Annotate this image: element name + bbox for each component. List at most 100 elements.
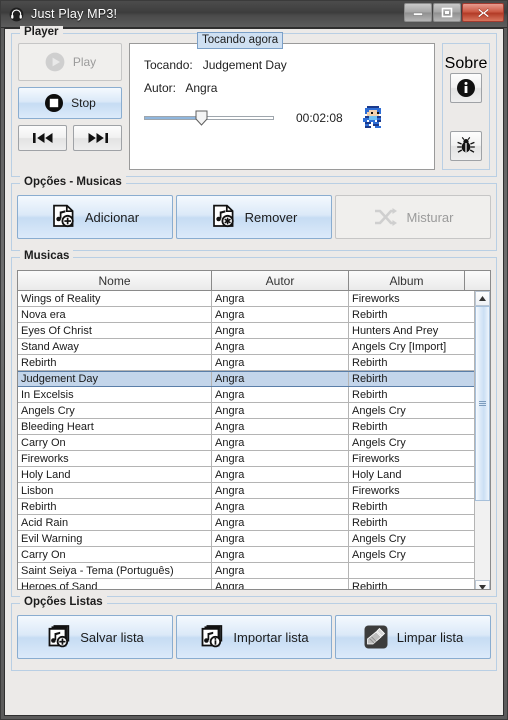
clear-list-icon — [363, 624, 389, 650]
table-row[interactable]: Nova era Angra Rebirth — [18, 307, 474, 323]
table-row[interactable]: Evil Warning Angra Angels Cry — [18, 531, 474, 547]
cell-nome: Acid Rain — [18, 515, 212, 530]
cell-nome: Heroes of Sand — [18, 579, 212, 589]
cell-nome: Carry On — [18, 547, 212, 562]
play-button[interactable]: Play — [18, 43, 122, 81]
musicas-legend: Musicas — [20, 250, 74, 262]
table-row[interactable]: In Excelsis Angra Rebirth — [18, 387, 474, 403]
bug-button[interactable] — [450, 131, 482, 161]
cell-album: Rebirth — [352, 388, 388, 401]
save-list-label: Salvar lista — [80, 629, 144, 645]
next-button[interactable] — [73, 125, 122, 151]
column-header-album[interactable]: Album — [349, 271, 465, 290]
previous-track-icon — [30, 131, 56, 145]
table-row[interactable]: Carry On Angra Angels Cry — [18, 435, 474, 451]
shuffle-icon — [373, 206, 399, 228]
scrollbar-track[interactable] — [475, 306, 490, 580]
progress-thumb[interactable] — [194, 110, 209, 126]
column-header-nome[interactable]: Nome — [18, 271, 212, 290]
minimize-button[interactable] — [404, 3, 432, 22]
cell-autor: Angra — [212, 419, 349, 434]
cell-nome: Lisbon — [18, 483, 212, 498]
table-row[interactable]: Lisbon Angra Fireworks — [18, 483, 474, 499]
info-button[interactable] — [450, 73, 482, 103]
sobre-group: Sobre — [442, 43, 490, 170]
cell-album — [349, 563, 465, 578]
shuffle-button[interactable]: Misturar — [335, 195, 491, 239]
remove-song-button[interactable]: Remover — [176, 195, 332, 239]
table-row[interactable]: Acid Rain Angra Rebirth — [18, 515, 474, 531]
previous-button[interactable] — [18, 125, 67, 151]
import-list-button[interactable]: Importar lista — [176, 615, 332, 659]
artist-value: Angra — [185, 81, 218, 95]
cell-autor: Angra — [212, 355, 349, 370]
add-song-label: Adicionar — [84, 209, 140, 225]
table-row[interactable]: Bleeding Heart Angra Rebirth — [18, 419, 474, 435]
add-song-button[interactable]: Adicionar — [17, 195, 173, 239]
table-row[interactable]: Rebirth Angra Rebirth — [18, 499, 474, 515]
stop-button[interactable]: Stop — [18, 87, 122, 119]
table-row[interactable]: Rebirth Angra Rebirth — [18, 355, 474, 371]
cell-autor: Angra — [212, 467, 349, 482]
cell-autor: Angra — [212, 531, 349, 546]
add-music-icon — [51, 204, 77, 230]
table-row[interactable]: Stand Away Angra Angels Cry [Import] — [18, 339, 474, 355]
sobre-group-legend: Sobre — [444, 55, 488, 72]
cell-autor: Angra — [212, 435, 349, 450]
list-options-group: Opções Listas Salvar lista Importar list… — [11, 596, 497, 671]
cell-autor: Angra — [212, 372, 349, 386]
table-row[interactable]: Wings of Reality Angra Fireworks — [18, 291, 474, 307]
cell-album: Hunters And Prey — [352, 324, 439, 337]
musicas-group: Musicas Nome Autor Album Wings of Realit… — [11, 250, 497, 597]
shuffle-label: Misturar — [406, 209, 454, 225]
import-list-icon — [199, 624, 225, 650]
player-group-legend: Player — [20, 26, 63, 38]
cell-album: Rebirth — [352, 308, 388, 321]
cell-album: Fireworks — [352, 484, 400, 497]
cell-autor: Angra — [212, 339, 349, 354]
cell-album: Angels Cry — [352, 404, 406, 417]
clear-list-button[interactable]: Limpar lista — [335, 615, 491, 659]
cell-nome: Evil Warning — [18, 531, 212, 546]
table-row[interactable]: Angels Cry Angra Angels Cry — [18, 403, 474, 419]
table-scrollbar[interactable] — [474, 291, 490, 589]
window-controls — [403, 3, 504, 22]
stop-button-label: Stop — [71, 96, 96, 110]
table-row[interactable]: Carry On Angra Angels Cry — [18, 547, 474, 563]
artist-line: Autor: Angra — [144, 81, 424, 95]
save-list-button[interactable]: Salvar lista — [17, 615, 173, 659]
scrollbar-thumb[interactable] — [475, 306, 490, 501]
cell-album: Angels Cry — [352, 532, 406, 545]
maximize-button[interactable] — [433, 3, 461, 22]
cell-nome: Eyes Of Christ — [18, 323, 212, 338]
column-header-autor[interactable]: Autor — [212, 271, 349, 290]
progress-slider[interactable] — [144, 110, 274, 126]
table-row[interactable]: Fireworks Angra Fireworks — [18, 451, 474, 467]
transport-controls: Play Stop — [18, 43, 122, 170]
table-row[interactable]: Saint Seiya - Tema (Português) Angra — [18, 563, 474, 579]
cell-album: Angels Cry — [352, 548, 406, 561]
cell-nome: Holy Land — [18, 467, 212, 482]
list-options-legend: Opções Listas — [20, 596, 107, 608]
musicas-table[interactable]: Nome Autor Album Wings of Reality Angra Fi… — [17, 270, 491, 590]
song-options-group: Opções - Musicas Adicionar Remover Mistu… — [11, 176, 497, 251]
cell-album: Rebirth — [352, 516, 388, 529]
cell-autor: Angra — [212, 451, 349, 466]
scroll-up-icon[interactable] — [475, 291, 490, 306]
cell-nome: Judgement Day — [18, 372, 212, 386]
table-row[interactable]: Eyes Of Christ Angra Hunters And Prey — [18, 323, 474, 339]
clear-list-label: Limpar lista — [396, 629, 464, 645]
next-track-icon — [85, 131, 111, 145]
scroll-down-icon[interactable] — [475, 580, 490, 589]
table-row[interactable]: Heroes of Sand Angra Rebirth — [18, 579, 474, 589]
cell-nome: Nova era — [18, 307, 212, 322]
table-rows: Wings of Reality Angra Fireworks Nova era An… — [18, 291, 474, 589]
cell-album: Holy Land — [352, 468, 402, 481]
play-button-label: Play — [72, 55, 97, 69]
client-area: Player Play Stop Tocando agora Tocando: … — [4, 26, 504, 716]
table-row[interactable]: Holy Land Angra Holy Land — [18, 467, 474, 483]
cell-album: Rebirth — [352, 500, 388, 513]
table-row[interactable]: Judgement Day Angra Rebirth — [18, 371, 474, 387]
close-button[interactable] — [462, 3, 504, 22]
cell-autor: Angra — [212, 515, 349, 530]
